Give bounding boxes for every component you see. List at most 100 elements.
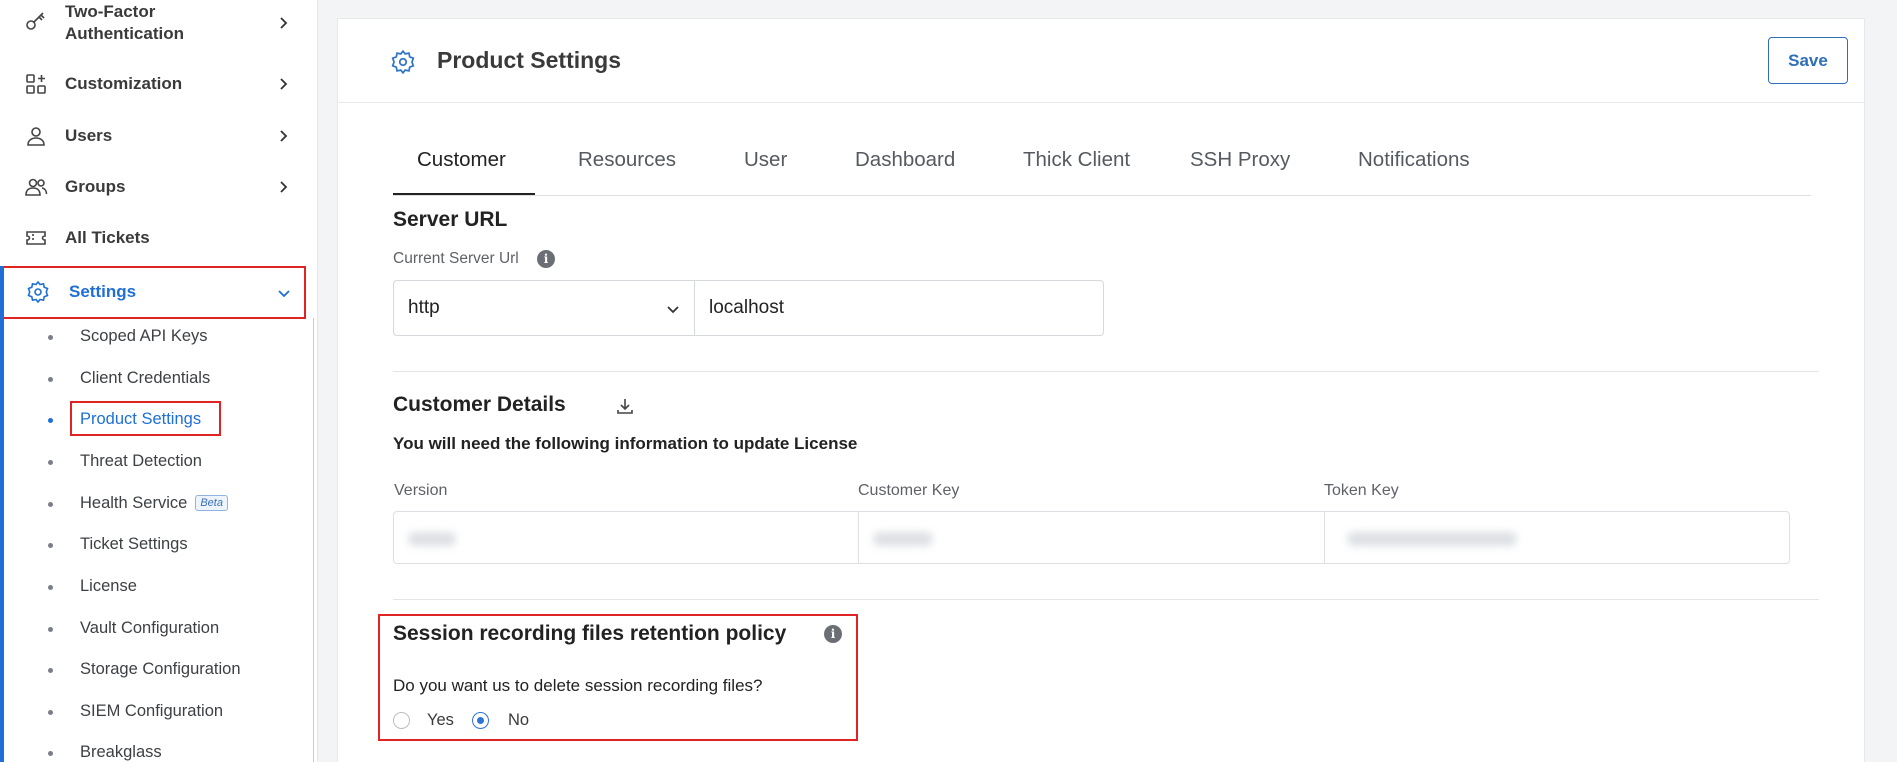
tab-notifications[interactable]: Notifications xyxy=(1358,148,1470,172)
sidebar-subitem-label: Breakglass xyxy=(80,743,162,761)
chevron-right-icon xyxy=(280,181,288,193)
section-divider xyxy=(393,599,1819,600)
column-header-token-key: Token Key xyxy=(1324,482,1399,499)
sidebar-item-label: Two-Factor xyxy=(65,2,156,21)
customer-details-row xyxy=(393,511,1790,564)
version-cell xyxy=(394,512,858,563)
sidebar-subitem-label: Threat Detection xyxy=(80,452,202,470)
sidebar-item-all-tickets[interactable]: All Tickets xyxy=(0,216,318,260)
sidebar-subitem-breakglass[interactable]: Breakglass xyxy=(0,738,310,762)
server-url-title: Server URL xyxy=(393,208,508,231)
column-header-version: Version xyxy=(394,482,448,499)
radio-no-label: No xyxy=(508,711,530,729)
bullet xyxy=(48,668,53,673)
sidebar-subitem-label: Vault Configuration xyxy=(80,619,220,637)
sidebar-subitem-health-service[interactable]: Health Service Beta xyxy=(0,489,310,519)
current-server-url-label: Current Server Url xyxy=(393,250,519,267)
sidebar-item-users[interactable]: Users xyxy=(0,114,318,158)
sidebar-subitem-client-credentials[interactable]: Client Credentials xyxy=(0,364,310,394)
info-icon[interactable]: i xyxy=(537,250,555,268)
radio-yes-label: Yes xyxy=(427,711,454,729)
sidebar-item-settings[interactable]: Settings xyxy=(0,266,318,318)
gear-icon xyxy=(391,49,415,75)
sidebar-subitem-scoped-api-keys[interactable]: Scoped API Keys xyxy=(0,322,310,352)
bullet xyxy=(48,751,53,756)
ticket-icon xyxy=(26,231,46,245)
chevron-right-icon xyxy=(280,130,288,142)
chevron-right-icon xyxy=(280,17,288,29)
sidebar-subitem-threat-detection[interactable]: Threat Detection xyxy=(0,447,310,477)
bullet xyxy=(48,627,53,632)
server-host-input[interactable] xyxy=(696,281,1103,335)
users-icon xyxy=(25,178,48,196)
top-strip xyxy=(318,0,1897,18)
tab-resources[interactable]: Resources xyxy=(578,148,676,172)
bullet xyxy=(48,710,53,715)
server-url-input-group: http xyxy=(393,280,1104,336)
sidebar-subitem-license[interactable]: License xyxy=(0,572,310,602)
sidebar-subitem-siem-configuration[interactable]: SIEM Configuration xyxy=(0,697,310,727)
download-icon[interactable] xyxy=(615,396,635,416)
sidebar-subitem-vault-configuration[interactable]: Vault Configuration xyxy=(0,614,310,644)
redacted-value xyxy=(873,532,933,546)
sidebar-item-label: All Tickets xyxy=(65,228,150,247)
sidebar-item-label: Authentication xyxy=(65,24,184,43)
retention-policy-title: Session recording files retention policy xyxy=(393,622,787,645)
bullet xyxy=(48,502,53,507)
sidebar-subitem-label: Health Service Beta xyxy=(80,494,228,513)
column-header-customer-key: Customer Key xyxy=(858,482,960,499)
redacted-value xyxy=(1347,532,1517,546)
radio-yes[interactable] xyxy=(393,712,410,729)
sidebar-subitem-text: Health Service xyxy=(80,494,188,512)
settings-tabs: Customer Resources User Dashboard Thick … xyxy=(393,120,1811,196)
active-tab-indicator xyxy=(393,193,535,195)
tab-dashboard[interactable]: Dashboard xyxy=(855,148,955,172)
bullet xyxy=(48,460,53,465)
bullet xyxy=(48,377,53,382)
customer-key-cell xyxy=(858,512,1324,563)
sidebar-subitem-storage-configuration[interactable]: Storage Configuration xyxy=(0,655,310,685)
tab-ssh-proxy[interactable]: SSH Proxy xyxy=(1190,148,1290,172)
tab-customer[interactable]: Customer xyxy=(417,148,506,172)
sidebar-item-customization[interactable]: Customization xyxy=(0,62,318,106)
chevron-down-icon xyxy=(667,306,679,314)
bullet xyxy=(48,543,53,548)
radio-no[interactable] xyxy=(472,712,489,729)
sidebar-subitem-label: Scoped API Keys xyxy=(80,327,208,345)
protocol-select-value: http xyxy=(408,297,440,318)
redacted-value xyxy=(408,532,456,546)
gear-icon xyxy=(27,280,49,304)
bullet xyxy=(48,335,53,340)
sidebar-item-groups[interactable]: Groups xyxy=(0,165,318,209)
sidebar-subitem-ticket-settings[interactable]: Ticket Settings xyxy=(0,530,310,560)
save-button[interactable]: Save xyxy=(1768,37,1848,84)
section-divider xyxy=(393,371,1819,372)
tab-thick-client[interactable]: Thick Client xyxy=(1023,148,1130,172)
customer-details-title: Customer Details xyxy=(393,393,566,416)
info-icon[interactable]: i xyxy=(824,625,842,643)
sidebar-subitem-label: SIEM Configuration xyxy=(80,702,224,720)
sidebar-item-label: Customization xyxy=(65,74,183,93)
sidebar-item-label: Groups xyxy=(65,177,126,196)
customer-details-note: You will need the following information … xyxy=(393,434,858,453)
retention-question: Do you want us to delete session recordi… xyxy=(393,676,763,695)
bullet xyxy=(48,585,53,590)
sidebar-subitem-label: License xyxy=(80,577,137,595)
sidebar-item-two-factor-authentication[interactable]: Two-Factor Authentication xyxy=(0,0,318,48)
sidebar-subitem-label: Ticket Settings xyxy=(80,535,188,553)
sidebar-scrollbar[interactable] xyxy=(313,318,314,762)
protocol-select[interactable]: http xyxy=(394,281,695,335)
sidebar-subitem-product-settings[interactable]: Product Settings xyxy=(0,405,310,435)
sidebar: Two-Factor Authentication Customization … xyxy=(0,0,318,762)
bullet xyxy=(48,418,53,423)
beta-badge: Beta xyxy=(195,495,228,511)
grid-plus-icon xyxy=(26,74,46,94)
chevron-right-icon xyxy=(280,78,288,90)
chevron-down-icon xyxy=(278,290,290,298)
tab-user[interactable]: User xyxy=(744,148,787,172)
page-title: Product Settings xyxy=(437,47,622,73)
key-icon xyxy=(26,12,45,30)
sidebar-subitem-label: Client Credentials xyxy=(80,369,211,387)
sidebar-subitem-label: Product Settings xyxy=(80,410,202,428)
sidebar-subitem-label: Storage Configuration xyxy=(80,660,241,678)
